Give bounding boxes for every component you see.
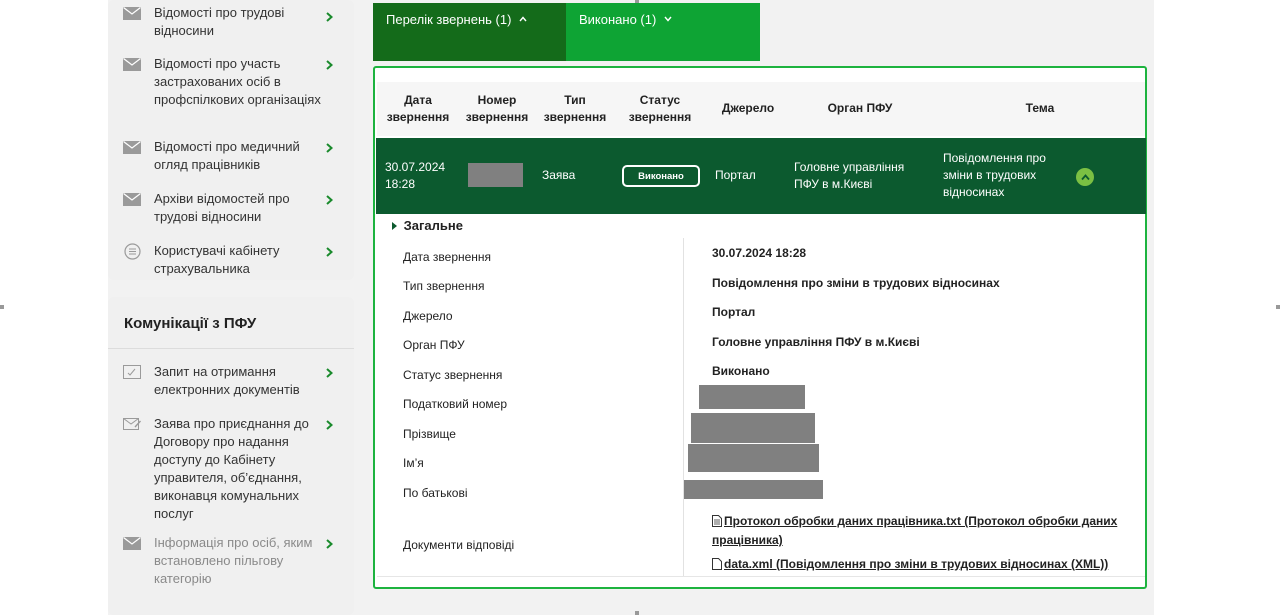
label-source: Джерело xyxy=(403,309,453,323)
header-source: Джерело xyxy=(721,101,775,115)
chevron-right-icon xyxy=(324,367,334,379)
sidebar-item-label: Відомості про трудові відносини xyxy=(154,5,285,38)
tab-done[interactable]: Виконано (1) xyxy=(566,3,760,61)
chevron-right-icon xyxy=(324,419,334,431)
sidebar-item-label: Інформація про осіб, яким встановлено пі… xyxy=(154,535,313,586)
sidebar: Відомості про трудові відносини Відомост… xyxy=(108,0,354,615)
text-file-icon xyxy=(712,515,722,532)
header-topic: Тема xyxy=(1025,101,1055,115)
header-date: Дата звернення xyxy=(386,93,450,124)
sidebar-item-preferential-category[interactable]: Інформація про осіб, яким встановлено пі… xyxy=(108,534,354,590)
general-section-title: Загальне xyxy=(403,218,463,233)
general-section-toggle[interactable]: Загальне xyxy=(392,218,463,233)
sidebar-item-labor-relations[interactable]: Відомості про трудові відносини xyxy=(108,4,354,42)
file-icon xyxy=(712,558,722,575)
redacted-tax-number xyxy=(699,385,805,409)
chevron-up-icon xyxy=(1080,173,1090,180)
redacted-surname xyxy=(691,413,815,443)
sidebar-item-label: Архіви відомостей про трудові відносини xyxy=(154,191,290,224)
header-number: Номер звернення xyxy=(465,93,529,124)
row-type: Заява xyxy=(542,168,576,182)
details-bottom-border xyxy=(377,576,1145,577)
label-name: Ім’я xyxy=(403,456,424,470)
label-status: Статус звернення xyxy=(403,368,503,382)
sidebar-item-medical-exam[interactable]: Відомості про медичний огляд працівників xyxy=(108,138,354,176)
row-source: Портал xyxy=(715,168,756,182)
redacted-number xyxy=(468,163,523,187)
chevron-up-icon xyxy=(519,9,527,27)
row-organ: Головне управління ПФУ в м.Києві xyxy=(794,160,905,191)
sidebar-item-label: Користувачі кабінету страхувальника xyxy=(154,243,280,276)
sidebar-item-archives[interactable]: Архіви відомостей про трудові відносини xyxy=(108,190,354,228)
header-type: Тип звернення xyxy=(543,93,607,124)
chevron-right-icon xyxy=(324,246,334,258)
chevron-right-icon xyxy=(324,11,334,23)
value-type: Повідомлення про зміни в трудових віднос… xyxy=(712,276,1000,290)
table-row[interactable]: 30.07.2024 18:28 Заява Виконано Портал Г… xyxy=(376,138,1146,214)
sidebar-item-trade-unions[interactable]: Відомості про участь застрахованих осіб … xyxy=(108,55,354,129)
sidebar-item-label: Відомості про медичний огляд працівників xyxy=(154,139,300,172)
sidebar-item-label: Відомості про участь застрахованих осіб … xyxy=(154,56,321,107)
tab-requests-list[interactable]: Перелік звернень (1) xyxy=(373,3,566,61)
label-type: Тип звернення xyxy=(403,279,485,293)
requests-panel: Дата звернення Номер звернення Тип зверн… xyxy=(373,66,1147,589)
label-documents: Документи відповіді xyxy=(403,538,515,552)
label-organ: Орган ПФУ xyxy=(403,338,465,352)
communications-title: Комунікації з ПФУ xyxy=(124,315,257,332)
value-organ: Головне управління ПФУ в м.Києві xyxy=(712,335,920,349)
document-request-icon xyxy=(123,365,141,379)
sidebar-item-contract-join[interactable]: Заява про приєднання до Договору про над… xyxy=(108,415,354,525)
label-patronymic: По батькові xyxy=(403,486,468,500)
header-organ: Орган ПФУ xyxy=(827,101,893,115)
sidebar-item-label: Заява про приєднання до Договору про над… xyxy=(154,416,309,521)
header-status: Статус звернення xyxy=(628,93,692,124)
label-tax-number: Податковий номер xyxy=(403,397,508,411)
chevron-right-icon xyxy=(324,538,334,550)
document-link-xml[interactable]: data.xml (Повідомлення про зміни в трудо… xyxy=(712,556,1122,575)
value-date: 30.07.2024 18:28 xyxy=(712,246,807,260)
row-topic: Повідомлення про зміни в трудових віднос… xyxy=(943,151,1046,199)
sidebar-item-label: Запит на отримання електронних документі… xyxy=(154,364,300,397)
redacted-name xyxy=(688,444,819,472)
envelope-pen-icon xyxy=(123,417,141,431)
label-date: Дата звернення xyxy=(403,250,492,264)
chevron-right-icon xyxy=(324,142,334,154)
envelope-icon xyxy=(123,6,141,20)
tab-label: Виконано (1) xyxy=(579,12,657,27)
chevron-right-icon xyxy=(324,194,334,206)
list-circle-icon xyxy=(123,242,141,260)
label-surname: Прізвище xyxy=(403,427,456,441)
envelope-icon xyxy=(123,140,141,154)
value-status: Виконано xyxy=(712,364,770,378)
details-separator xyxy=(683,238,684,576)
envelope-icon xyxy=(123,57,141,71)
resize-handle-bottom[interactable] xyxy=(635,611,639,615)
resize-handle-left[interactable] xyxy=(0,305,4,309)
chevron-down-icon xyxy=(664,9,672,27)
communications-divider xyxy=(108,348,354,349)
chevron-right-icon xyxy=(324,59,334,71)
collapse-row-button[interactable] xyxy=(1076,168,1094,186)
sidebar-item-edoc-request[interactable]: Запит на отримання електронних документі… xyxy=(108,363,354,401)
resize-handle-right[interactable] xyxy=(1276,305,1280,309)
tab-label: Перелік звернень (1) xyxy=(386,12,512,27)
row-date: 30.07.2024 18:28 xyxy=(385,160,446,191)
envelope-icon xyxy=(123,192,141,206)
redacted-patronymic xyxy=(684,480,823,499)
sidebar-item-cabinet-users[interactable]: Користувачі кабінету страхувальника xyxy=(108,242,354,280)
caret-right-icon xyxy=(392,218,397,233)
status-badge: Виконано xyxy=(622,165,700,187)
value-source: Портал xyxy=(712,305,756,319)
document-link-protocol[interactable]: Протокол обробки даних працівника.txt (П… xyxy=(712,513,1122,549)
envelope-icon xyxy=(123,536,141,550)
